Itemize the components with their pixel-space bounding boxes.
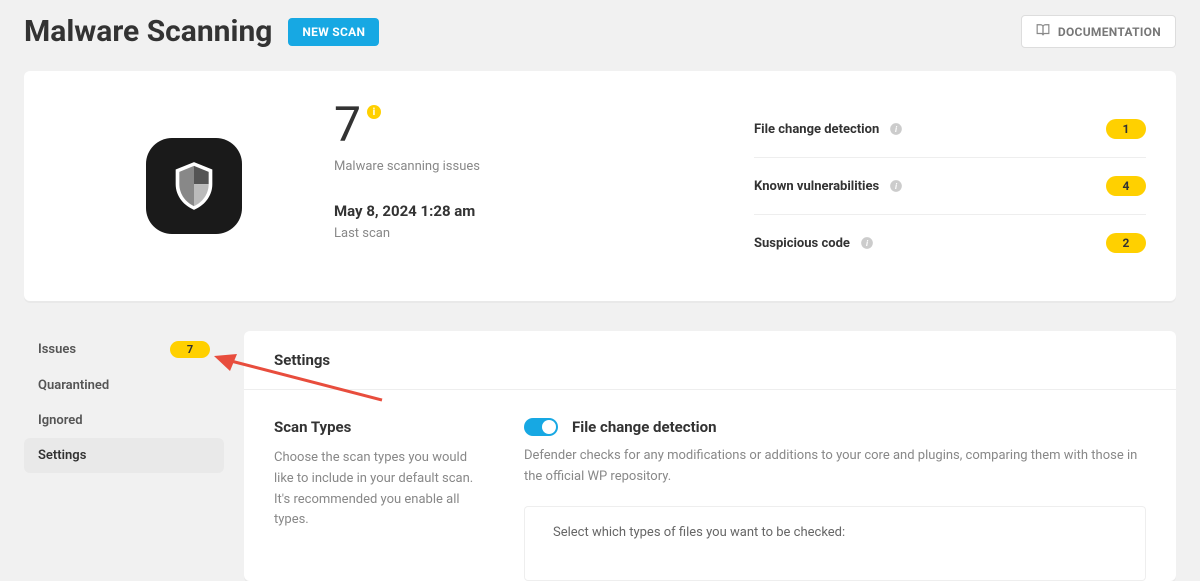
last-scan-time: May 8, 2024 1:28 am [334, 202, 734, 220]
file-change-description: Defender checks for any modifications or… [524, 446, 1146, 488]
stat-label-text: File change detection [754, 122, 879, 137]
documentation-label: DOCUMENTATION [1058, 25, 1161, 39]
sidebar-item-label: Quarantined [38, 378, 109, 393]
summary-stats-right: File change detection i 1 Known vulnerab… [754, 101, 1146, 271]
app-icon-wrap [54, 101, 334, 271]
stat-row: File change detection i 1 [754, 101, 1146, 158]
sidebar-item-label: Settings [38, 448, 86, 463]
settings-sidebar: Issues 7 Quarantined Ignored Settings [24, 331, 224, 581]
stat-badge: 2 [1106, 233, 1146, 253]
file-types-box-text: Select which types of files you want to … [553, 525, 1117, 540]
panel-title: Settings [274, 351, 1146, 369]
shield-icon [146, 138, 242, 234]
info-icon[interactable]: i [889, 179, 903, 193]
warning-dot-icon: i [367, 105, 381, 119]
stat-badge: 1 [1106, 119, 1146, 139]
file-types-box: Select which types of files you want to … [524, 506, 1146, 581]
sidebar-item-badge: 7 [170, 341, 210, 358]
last-scan-label: Last scan [334, 226, 734, 241]
stat-label-text: Known vulnerabilities [754, 179, 879, 194]
sidebar-item-issues[interactable]: Issues 7 [24, 331, 224, 368]
info-icon[interactable]: i [889, 122, 903, 136]
sidebar-item-settings[interactable]: Settings [24, 438, 224, 473]
sidebar-item-label: Issues [38, 342, 76, 357]
stat-label-text: Suspicious code [754, 236, 850, 251]
file-change-toggle-label: File change detection [572, 418, 717, 436]
stat-badge: 4 [1106, 176, 1146, 196]
new-scan-button[interactable]: NEW SCAN [288, 18, 379, 46]
scan-types-description: Choose the scan types you would like to … [274, 448, 484, 531]
sidebar-item-ignored[interactable]: Ignored [24, 403, 224, 438]
sidebar-item-quarantined[interactable]: Quarantined [24, 368, 224, 403]
settings-panel: Settings Scan Types Choose the scan type… [244, 331, 1176, 581]
issue-count: 7 [334, 101, 361, 149]
info-icon[interactable]: i [860, 236, 874, 250]
summary-card: 7 i Malware scanning issues May 8, 2024 … [24, 71, 1176, 301]
page-title: Malware Scanning [24, 14, 272, 49]
file-change-toggle[interactable] [524, 418, 558, 436]
stat-row: Suspicious code i 2 [754, 215, 1146, 271]
documentation-button[interactable]: DOCUMENTATION [1021, 15, 1176, 48]
issue-count-label: Malware scanning issues [334, 159, 734, 174]
stat-row: Known vulnerabilities i 4 [754, 158, 1146, 215]
summary-stats-left: 7 i Malware scanning issues May 8, 2024 … [334, 101, 754, 271]
scan-types-heading: Scan Types [274, 418, 484, 436]
book-icon [1036, 23, 1050, 40]
sidebar-item-label: Ignored [38, 413, 83, 428]
